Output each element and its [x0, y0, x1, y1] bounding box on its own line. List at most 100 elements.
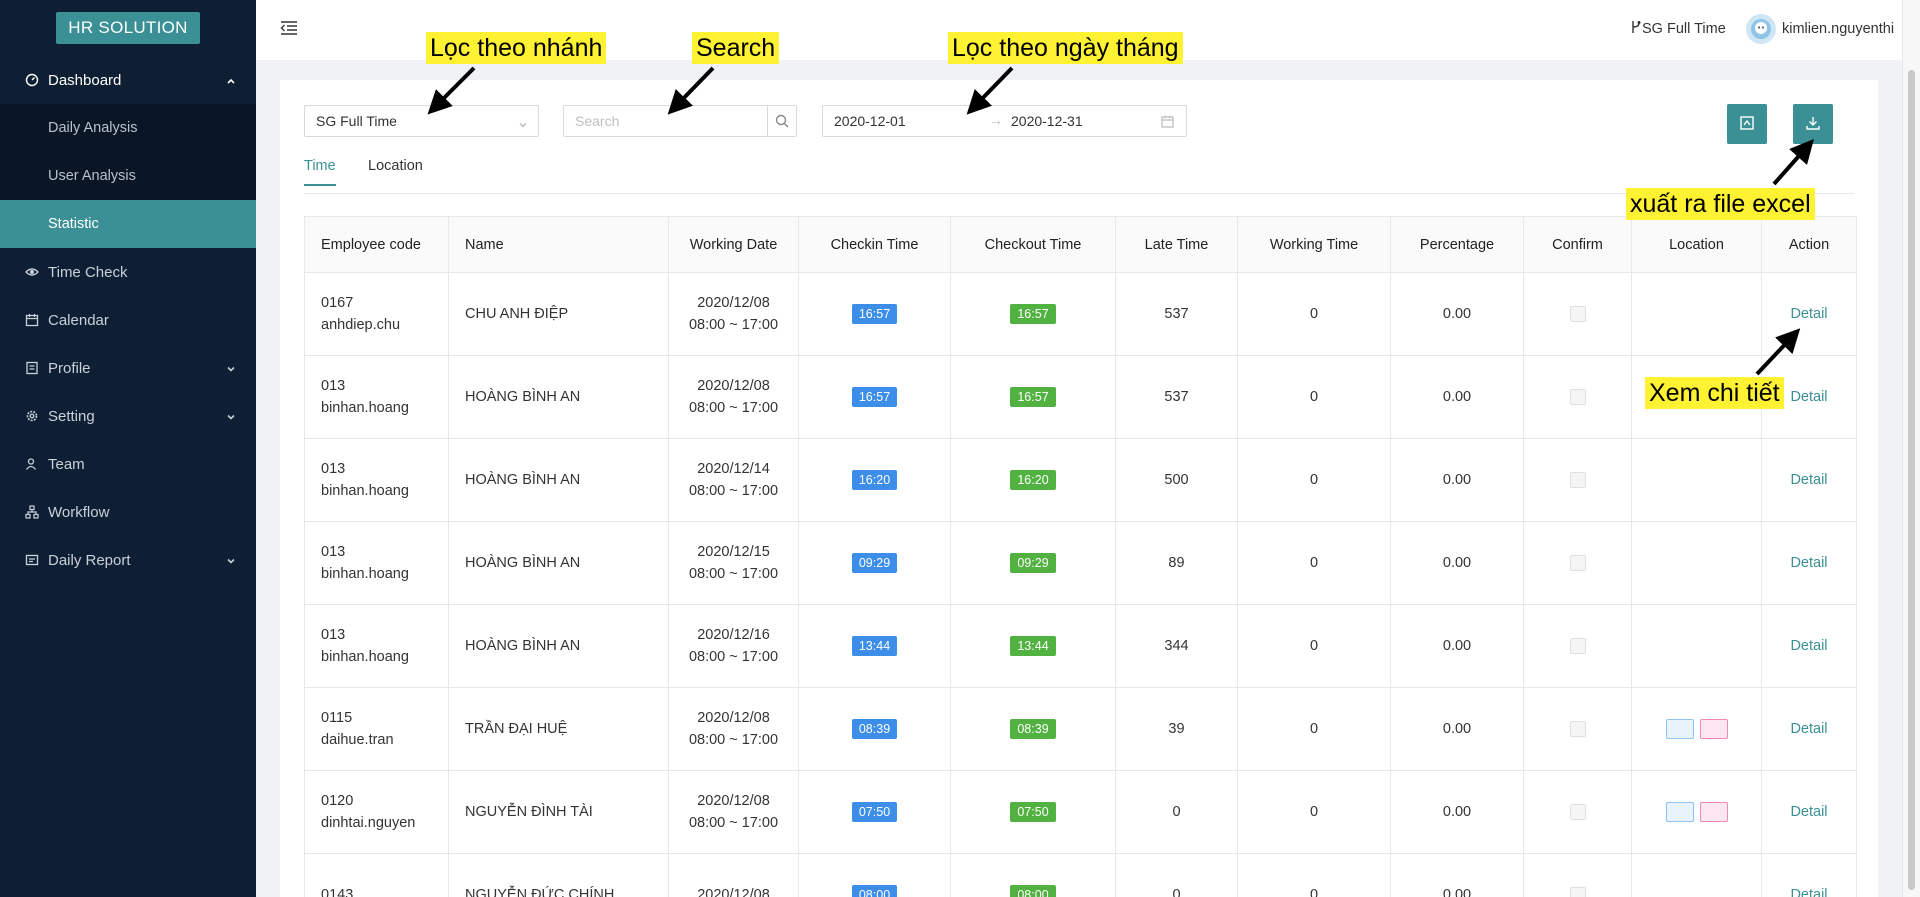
- attendance-table: Employee code Name Working Date Checkin …: [304, 216, 1857, 897]
- cell-confirm: [1523, 853, 1632, 897]
- logo-area: HR SOLUTION: [0, 0, 256, 56]
- employee-code: 013: [321, 461, 346, 477]
- logo[interactable]: HR SOLUTION: [56, 12, 200, 44]
- col-late-time: Late Time: [1115, 216, 1238, 273]
- detail-link[interactable]: Detail: [1790, 306, 1827, 322]
- detail-link[interactable]: Detail: [1790, 555, 1827, 571]
- date-to[interactable]: 2020-12-31: [1011, 113, 1083, 129]
- checkout-tag: 16:57: [1010, 387, 1056, 407]
- chevron-down-icon: [226, 553, 236, 570]
- cell-working-date: 2020/12/08 08:00 ~ 17:00: [668, 272, 799, 356]
- cell-percentage: 0.00: [1390, 770, 1524, 854]
- table-row: 0115 daihue.tran TRẦN ĐẠI HUỆ 2020/12/08 08:…: [304, 687, 1857, 771]
- shift-hours: 08:00 ~ 17:00: [688, 317, 779, 333]
- employee-code: 013: [321, 544, 346, 560]
- confirm-checkbox[interactable]: [1569, 721, 1586, 738]
- detail-link[interactable]: Detail: [1790, 721, 1827, 737]
- branch-select[interactable]: SG Full Time: [304, 105, 539, 137]
- username: kimlien.nguyenthi: [1782, 21, 1895, 37]
- cell-confirm: [1523, 272, 1632, 356]
- cell-percentage: 0.00: [1390, 604, 1524, 688]
- date-range-picker[interactable]: 2020-12-01 → 2020-12-31: [822, 105, 1187, 137]
- chevron-down-icon: [226, 409, 236, 426]
- confirm-checkbox[interactable]: [1569, 472, 1586, 489]
- dashboard-submenu: Daily Analysis User Analysis Statistic: [0, 104, 256, 248]
- checkout-tag: 07:50: [1010, 802, 1056, 822]
- checkout-tag: 08:39: [1010, 719, 1056, 739]
- cell-confirm: [1523, 687, 1632, 771]
- menu-fold-icon[interactable]: [280, 20, 298, 36]
- detail-link[interactable]: Detail: [1790, 804, 1827, 820]
- sidebar-item-daily-report[interactable]: Daily Report: [0, 536, 256, 584]
- sidebar-item-team[interactable]: Team: [0, 440, 256, 488]
- col-name: Name: [448, 216, 669, 273]
- chevron-down-icon: [226, 361, 236, 378]
- sidebar-item-label: Dashboard: [48, 71, 122, 89]
- date-from[interactable]: 2020-12-01: [834, 113, 906, 129]
- cell-percentage: 0.00: [1390, 853, 1524, 897]
- cell-employee-code: 0120 dinhtai.nguyen: [304, 770, 449, 854]
- cell-working-date: 2020/12/08 08:00 ~ 17:00: [668, 687, 799, 771]
- checkout-location-icon[interactable]: [1699, 719, 1728, 740]
- workflow-icon: [24, 504, 40, 520]
- tab-time[interactable]: Time: [304, 158, 336, 186]
- search-input[interactable]: [564, 106, 767, 136]
- sidebar-item-dashboard[interactable]: Dashboard: [0, 56, 256, 104]
- cell-late-time: 344: [1115, 604, 1238, 688]
- cell-working-date: 2020/12/08: [668, 853, 799, 897]
- sidebar-item-daily-analysis[interactable]: Daily Analysis: [0, 104, 256, 152]
- checkout-location-icon[interactable]: [1699, 802, 1728, 823]
- cell-employee-code: 0143: [304, 853, 449, 897]
- detail-link[interactable]: Detail: [1790, 472, 1827, 488]
- detail-link[interactable]: Detail: [1790, 887, 1827, 897]
- checkin-tag: 07:50: [851, 802, 898, 822]
- employee-code: 0143: [321, 887, 354, 897]
- cell-checkin: 09:29: [798, 521, 951, 605]
- confirm-checkbox[interactable]: [1569, 555, 1586, 572]
- cell-employee-code: 013 binhan.hoang: [304, 438, 449, 522]
- cell-checkin: 16:57: [798, 272, 951, 356]
- image-export-button[interactable]: [1727, 104, 1767, 144]
- employee-username: anhdiep.chu: [321, 317, 401, 333]
- confirm-checkbox[interactable]: [1569, 887, 1586, 897]
- table-row: 013 binhan.hoang HOÀNG BÌNH AN 2020/12/08 08…: [304, 355, 1857, 439]
- sidebar-item-time-check[interactable]: Time Check: [0, 248, 256, 296]
- detail-link[interactable]: Detail: [1790, 638, 1827, 654]
- cell-name: HOÀNG BÌNH AN: [448, 355, 669, 439]
- checkout-tag: 16:20: [1010, 470, 1056, 490]
- checkin-location-icon[interactable]: [1665, 719, 1694, 740]
- cell-employee-code: 013 binhan.hoang: [304, 604, 449, 688]
- confirm-checkbox[interactable]: [1569, 389, 1586, 406]
- sidebar-item-profile[interactable]: Profile: [0, 344, 256, 392]
- cell-checkout: 08:00: [950, 853, 1116, 897]
- confirm-checkbox[interactable]: [1569, 638, 1586, 655]
- cell-confirm: [1523, 521, 1632, 605]
- user-menu[interactable]: kimlien.nguyenthi: [1746, 14, 1894, 44]
- confirm-checkbox[interactable]: [1569, 804, 1586, 821]
- cell-working-time: 0: [1237, 853, 1391, 897]
- cell-name: NGUYỄN ĐÌNH TÀI: [448, 770, 669, 854]
- search-icon[interactable]: [767, 106, 796, 136]
- detail-link[interactable]: Detail: [1790, 389, 1827, 405]
- scrollbar-thumb[interactable]: [1908, 70, 1915, 890]
- cell-employee-code: 013 binhan.hoang: [304, 355, 449, 439]
- cell-employee-code: 0115 daihue.tran: [304, 687, 449, 771]
- page-scrollbar[interactable]: [1902, 0, 1920, 897]
- avatar: [1746, 14, 1776, 44]
- sidebar-item-setting[interactable]: Setting: [0, 392, 256, 440]
- cell-confirm: [1523, 355, 1632, 439]
- sidebar-item-user-analysis[interactable]: User Analysis: [0, 152, 256, 200]
- sidebar-item-workflow[interactable]: Workflow: [0, 488, 256, 536]
- checkin-tag: 09:29: [851, 553, 898, 573]
- working-date: 2020/12/08: [697, 378, 770, 394]
- confirm-checkbox[interactable]: [1569, 306, 1586, 323]
- sidebar-item-statistic[interactable]: Statistic: [0, 200, 256, 248]
- checkin-tag: 16:57: [851, 387, 898, 407]
- tab-location[interactable]: Location: [368, 158, 423, 184]
- branch-switcher[interactable]: SG Full Time: [1630, 20, 1726, 38]
- export-excel-button[interactable]: [1793, 104, 1833, 144]
- checkin-location-icon[interactable]: [1665, 802, 1694, 823]
- sidebar-item-calendar[interactable]: Calendar: [0, 296, 256, 344]
- cell-working-time: 0: [1237, 604, 1391, 688]
- profile-icon: [24, 360, 40, 376]
